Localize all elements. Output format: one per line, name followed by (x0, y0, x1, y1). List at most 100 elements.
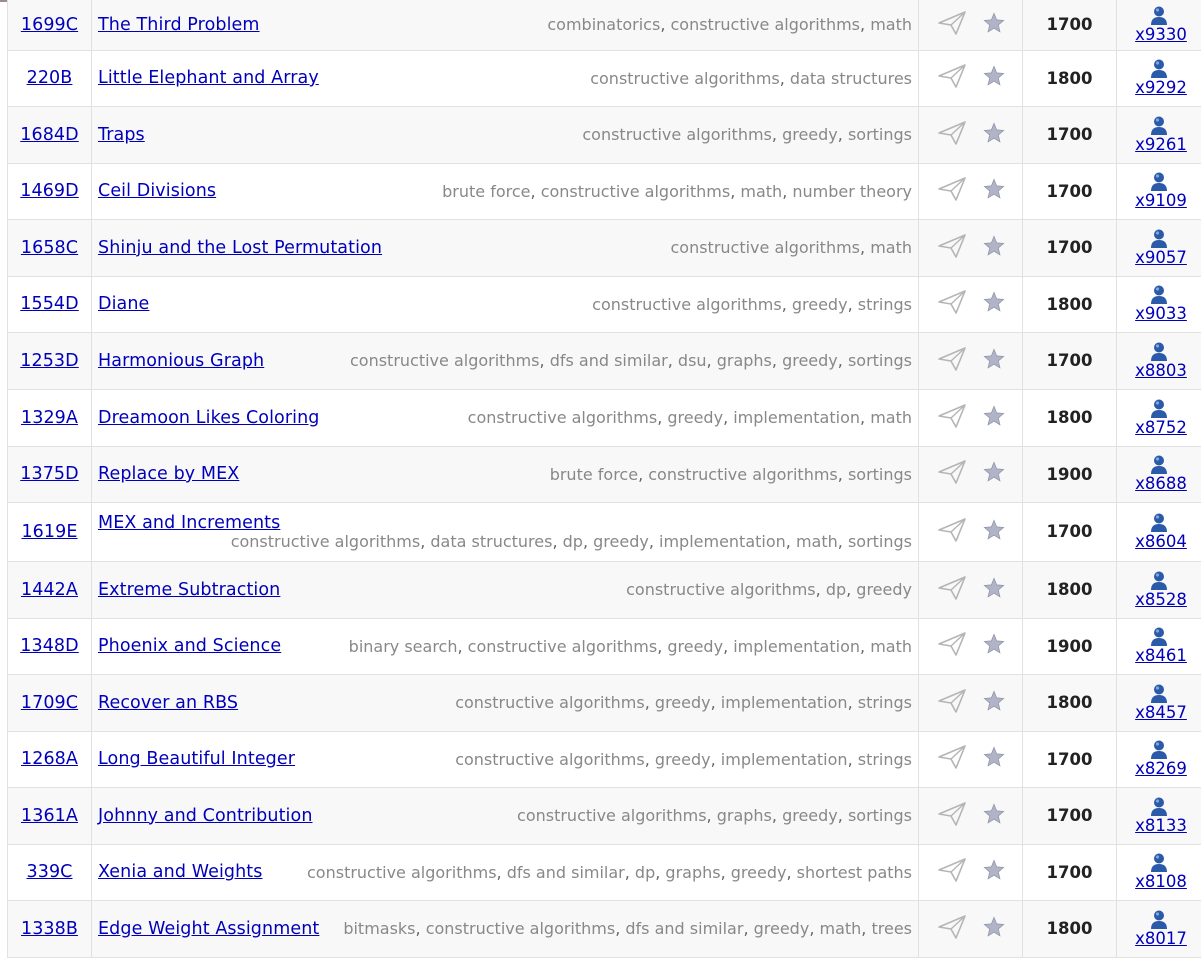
tag-label[interactable]: constructive algorithms (468, 637, 658, 656)
tag-label[interactable]: dp (826, 580, 846, 599)
tag-label[interactable]: constructive algorithms (592, 295, 782, 314)
tag-label[interactable]: dp (635, 863, 655, 882)
star-icon[interactable] (983, 12, 1005, 38)
tag-label[interactable]: sortings (848, 806, 912, 825)
paper-plane-icon[interactable] (937, 10, 967, 40)
problem-name-link[interactable]: Replace by MEX (98, 464, 239, 484)
tag-label[interactable]: dfs and similar (625, 919, 743, 938)
problem-name-link[interactable]: Diane (98, 294, 149, 314)
tag-label[interactable]: dfs and similar (550, 351, 668, 370)
paper-plane-icon[interactable] (937, 575, 967, 605)
star-icon[interactable] (983, 690, 1005, 716)
paper-plane-icon[interactable] (937, 459, 967, 489)
tag-label[interactable]: constructive algorithms (455, 693, 645, 712)
solved-count-link[interactable]: x8803 (1131, 363, 1187, 380)
problem-id-link[interactable]: 1375D (20, 464, 79, 484)
problem-name-link[interactable]: Harmonious Graph (98, 351, 264, 371)
tag-label[interactable]: constructive algorithms (648, 465, 838, 484)
solved-count-link[interactable]: x8017 (1131, 931, 1187, 948)
paper-plane-icon[interactable] (937, 801, 967, 831)
tag-label[interactable]: constructive algorithms (670, 15, 860, 34)
problem-id-link[interactable]: 1554D (20, 294, 79, 314)
tag-label[interactable]: math (796, 532, 838, 551)
tag-label[interactable]: shortest paths (797, 863, 912, 882)
tag-label[interactable]: greedy (667, 408, 723, 427)
tag-label[interactable]: constructive algorithms (590, 69, 780, 88)
tag-label[interactable]: greedy (754, 919, 810, 938)
tag-label[interactable]: graphs (717, 351, 772, 370)
problem-id-link[interactable]: 1709C (21, 693, 78, 713)
paper-plane-icon[interactable] (937, 857, 967, 887)
tag-label[interactable]: greedy (667, 637, 723, 656)
tag-label[interactable]: implementation (733, 637, 860, 656)
solved-count-link[interactable]: x8269 (1131, 761, 1187, 778)
problem-name-link[interactable]: Shinju and the Lost Permutation (98, 238, 382, 258)
tag-label[interactable]: data structures (790, 69, 912, 88)
problem-name-link[interactable]: Ceil Divisions (98, 181, 216, 201)
star-icon[interactable] (983, 122, 1005, 148)
problem-name-link[interactable]: Edge Weight Assignment (98, 919, 319, 939)
problem-name-link[interactable]: Long Beautiful Integer (98, 749, 295, 769)
tag-label[interactable]: binary search (349, 637, 458, 656)
tag-label[interactable]: greedy (782, 351, 838, 370)
paper-plane-icon[interactable] (937, 631, 967, 661)
paper-plane-icon[interactable] (937, 63, 967, 93)
tag-label[interactable]: combinatorics (547, 15, 660, 34)
solved-count-link[interactable]: x9292 (1131, 80, 1187, 97)
star-icon[interactable] (983, 65, 1005, 91)
tag-label[interactable]: constructive algorithms (670, 238, 860, 257)
solved-count-link[interactable]: x8604 (1131, 534, 1187, 551)
tag-label[interactable]: implementation (721, 750, 848, 769)
tag-label[interactable]: implementation (721, 693, 848, 712)
tag-label[interactable]: constructive algorithms (231, 532, 421, 551)
problem-id-link[interactable]: 339C (26, 862, 72, 882)
tag-label[interactable]: greedy (655, 693, 711, 712)
solved-count-link[interactable]: x8461 (1131, 648, 1187, 665)
tag-label[interactable]: constructive algorithms (626, 580, 816, 599)
tag-label[interactable]: graphs (717, 806, 772, 825)
star-icon[interactable] (983, 178, 1005, 204)
problem-id-link[interactable]: 1348D (20, 636, 79, 656)
tag-label[interactable]: math (740, 182, 782, 201)
tag-label[interactable]: data structures (430, 532, 552, 551)
problem-name-link[interactable]: Traps (98, 125, 145, 145)
star-icon[interactable] (983, 348, 1005, 374)
problem-id-link[interactable]: 1442A (21, 580, 78, 600)
paper-plane-icon[interactable] (937, 176, 967, 206)
tag-label[interactable]: constructive algorithms (455, 750, 645, 769)
tag-label[interactable]: strings (858, 750, 912, 769)
solved-count-link[interactable]: x9261 (1131, 137, 1187, 154)
problem-name-link[interactable]: Little Elephant and Array (98, 68, 319, 88)
tag-label[interactable]: greedy (792, 295, 848, 314)
star-icon[interactable] (983, 577, 1005, 603)
paper-plane-icon[interactable] (937, 233, 967, 263)
solved-count-link[interactable]: x8108 (1131, 874, 1187, 891)
tag-label[interactable]: math (870, 408, 912, 427)
tag-label[interactable]: strings (858, 693, 912, 712)
problem-id-link[interactable]: 1268A (21, 749, 78, 769)
solved-count-link[interactable]: x8528 (1131, 592, 1187, 609)
tag-label[interactable]: greedy (782, 125, 838, 144)
tag-label[interactable]: number theory (792, 182, 912, 201)
problem-id-link[interactable]: 1619E (21, 522, 77, 542)
tag-label[interactable]: greedy (655, 750, 711, 769)
solved-count-link[interactable]: x9330 (1131, 27, 1187, 44)
star-icon[interactable] (983, 916, 1005, 942)
tag-label[interactable]: graphs (665, 863, 720, 882)
tag-label[interactable]: dsu (678, 351, 707, 370)
tag-label[interactable]: trees (871, 919, 912, 938)
star-icon[interactable] (983, 633, 1005, 659)
tag-label[interactable]: sortings (848, 465, 912, 484)
tag-label[interactable]: brute force (550, 465, 638, 484)
tag-label[interactable]: implementation (659, 532, 786, 551)
paper-plane-icon[interactable] (937, 346, 967, 376)
paper-plane-icon[interactable] (937, 120, 967, 150)
problem-id-link[interactable]: 1469D (20, 181, 79, 201)
tag-label[interactable]: math (870, 15, 912, 34)
problem-id-link[interactable]: 220B (27, 68, 73, 88)
problem-id-link[interactable]: 1338B (21, 919, 78, 939)
star-icon[interactable] (983, 291, 1005, 317)
paper-plane-icon[interactable] (937, 688, 967, 718)
tag-label[interactable]: greedy (593, 532, 649, 551)
tag-label[interactable]: sortings (848, 532, 912, 551)
